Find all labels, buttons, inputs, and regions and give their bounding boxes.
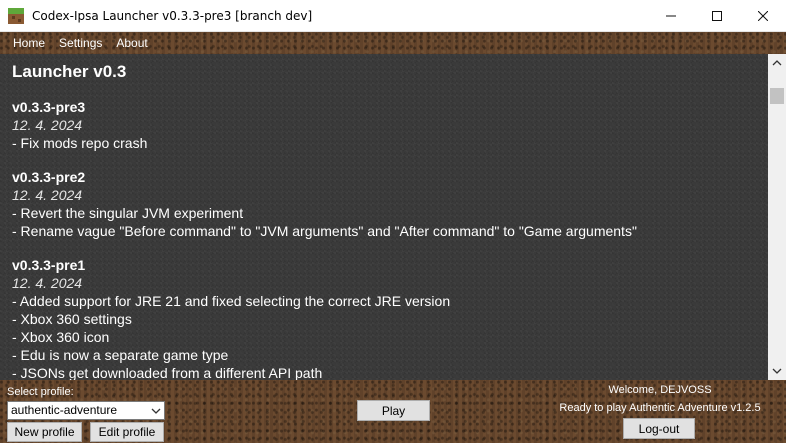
scroll-down-button[interactable] (768, 362, 786, 380)
release-entry: v0.3.3-pre3 12. 4. 2024 - Fix mods repo … (12, 98, 768, 152)
release-version: v0.3.3-pre2 (12, 169, 86, 185)
menu-home[interactable]: Home (0, 36, 52, 50)
app-grass-block-icon (8, 7, 24, 24)
maximize-button[interactable] (694, 0, 740, 32)
release-change: - Rename vague "Before command" to "JVM … (12, 223, 637, 239)
welcome-text: Welcome, DEJVOSS (608, 384, 712, 396)
select-profile-label: Select profile: (7, 386, 74, 398)
title-bar: Codex-Ipsa Launcher v0.3.3-pre3 [branch … (0, 0, 786, 32)
release-date: 12. 4. 2024 (12, 187, 83, 203)
changelog-panel: Launcher v0.3 v0.3.3-pre3 12. 4. 2024 - … (0, 54, 768, 380)
release-change: - Added support for JRE 21 and fixed sel… (12, 293, 451, 309)
chevron-up-icon (772, 60, 782, 66)
release-change: - Xbox 360 icon (12, 329, 110, 345)
chevron-down-icon (772, 368, 782, 374)
close-button[interactable] (740, 0, 786, 32)
minimize-icon (666, 15, 676, 16)
vertical-scrollbar[interactable] (768, 54, 786, 380)
release-version: v0.3.3-pre1 (12, 257, 86, 273)
profile-select[interactable]: authentic-adventure (7, 401, 165, 420)
menu-bar: Home Settings About (0, 32, 786, 54)
minimize-button[interactable] (648, 0, 694, 32)
window-controls (648, 0, 786, 32)
edit-profile-button[interactable]: Edit profile (90, 422, 164, 442)
logout-button[interactable]: Log-out (623, 418, 695, 439)
release-date: 12. 4. 2024 (12, 117, 83, 133)
release-change: - Xbox 360 settings (12, 311, 132, 327)
release-change: - Revert the singular JVM experiment (12, 205, 244, 221)
release-change: - Edu is now a separate game type (12, 347, 229, 363)
release-change: - JSONs get downloaded from a different … (12, 365, 323, 380)
close-icon (758, 10, 768, 21)
footer-panel: Select profile: authentic-adventure New … (0, 380, 786, 443)
menu-settings[interactable]: Settings (52, 36, 109, 50)
play-button[interactable]: Play (357, 400, 430, 421)
maximize-icon (712, 10, 722, 21)
chevron-down-icon (151, 408, 161, 414)
scroll-thumb[interactable] (770, 88, 784, 104)
menu-about[interactable]: About (109, 36, 154, 50)
changelog-heading: Launcher v0.3 (12, 62, 127, 81)
release-entry: v0.3.3-pre2 12. 4. 2024 - Revert the sin… (12, 168, 768, 240)
scroll-up-button[interactable] (768, 54, 786, 72)
window-title: Codex-Ipsa Launcher v0.3.3-pre3 [branch … (32, 8, 313, 23)
release-date: 12. 4. 2024 (12, 275, 83, 291)
release-version: v0.3.3-pre3 (12, 99, 86, 115)
release-change: - Fix mods repo crash (12, 135, 148, 151)
ready-status: Ready to play Authentic Adventure v1.2.5 (559, 402, 761, 414)
new-profile-button[interactable]: New profile (7, 422, 82, 442)
profile-selected-value: authentic-adventure (11, 403, 118, 417)
release-entry: v0.3.3-pre1 12. 4. 2024 - Added support … (12, 256, 768, 380)
